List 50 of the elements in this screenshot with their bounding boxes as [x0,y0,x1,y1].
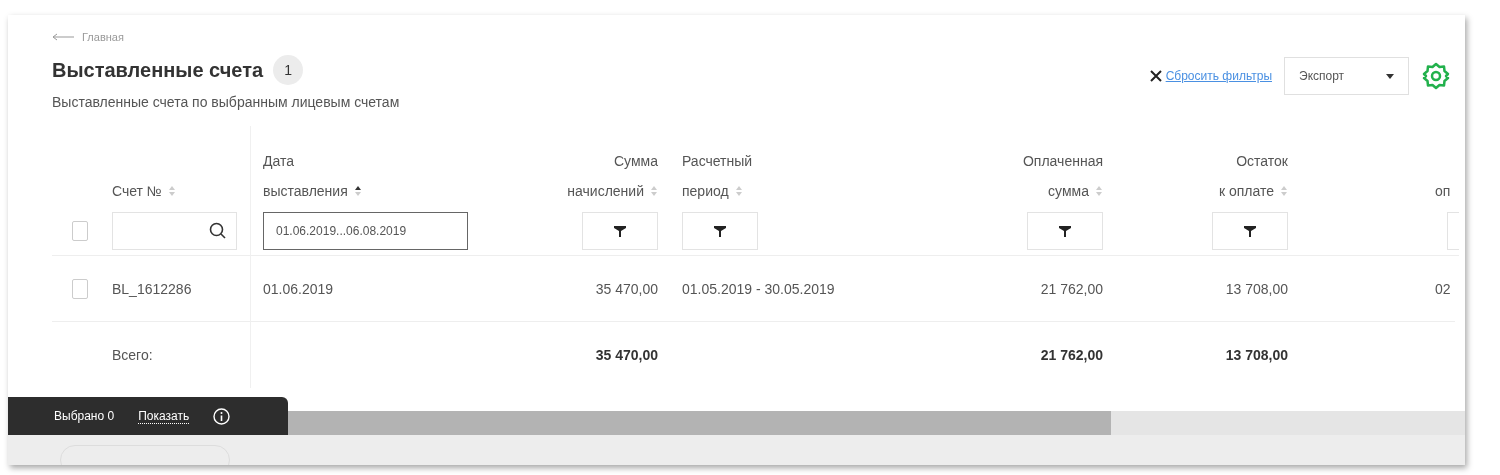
column-header: Счет № [112,182,162,201]
settings-icon[interactable] [1421,61,1451,91]
scrollbar-thumb[interactable] [288,411,1111,435]
total-value: 35 470,00 [595,347,658,363]
column-header: Оплаченная [1022,152,1103,171]
search-field[interactable] [112,211,237,250]
total-value: 13 708,00 [1225,347,1288,363]
filter-button[interactable] [582,211,658,250]
selected-count: Выбрано 0 [54,409,115,423]
filter-button[interactable] [1027,211,1103,250]
filter-icon [1059,224,1071,237]
page-subtitle: Выставленные счета по выбранным лицевым счетам [52,94,401,110]
total-label: Всего: [112,347,153,363]
caret-icon [1386,73,1394,79]
filter-button[interactable] [1212,211,1288,250]
back-arrow-icon[interactable] [52,33,74,41]
column-header: сумма [1048,182,1089,201]
column-header: период [682,182,729,201]
close-icon[interactable] [1149,70,1162,82]
table-cell: 35 470,00 [595,280,658,297]
filter-icon [614,224,626,237]
column-header: Остаток [1236,152,1288,171]
search-icon [209,222,226,239]
column-header: Дата [263,152,294,171]
select-all-checkbox[interactable] [72,220,88,241]
count-badge: 1 [273,55,304,85]
table-cell: 01.05.2019 - 30.05.2019 [682,280,835,297]
total-value: 21 762,00 [1040,347,1103,363]
show-link[interactable]: Показать [138,408,190,424]
filter-button[interactable] [682,211,758,250]
filter-icon [1244,224,1256,237]
table-cell: 21 762,00 [1040,280,1103,297]
table-cell: 13 708,00 [1225,280,1288,297]
table-cell: 02 [1435,280,1451,297]
sort-icon[interactable] [353,185,362,197]
info-icon[interactable] [213,407,231,425]
page-title: Выставленные счета [52,58,264,82]
table-cell: BL_1612286 [112,280,192,297]
column-header: Сумма [614,152,658,171]
filter-icon [714,224,726,237]
row-checkbox[interactable] [72,278,88,299]
column-header: Расчетный [682,152,753,171]
export-dropdown[interactable]: Экспорт [1284,57,1409,95]
table-cell: 01.06.2019 [263,280,334,297]
date-range-field[interactable]: 01.06.2019...06.08.2019 [263,211,468,250]
column-header: начислений [567,182,644,201]
column-header: к оплате [1218,182,1274,201]
column-header: оп [1435,182,1451,201]
scrollbar-track[interactable] [288,411,1465,435]
column-header: выставления [263,182,348,201]
